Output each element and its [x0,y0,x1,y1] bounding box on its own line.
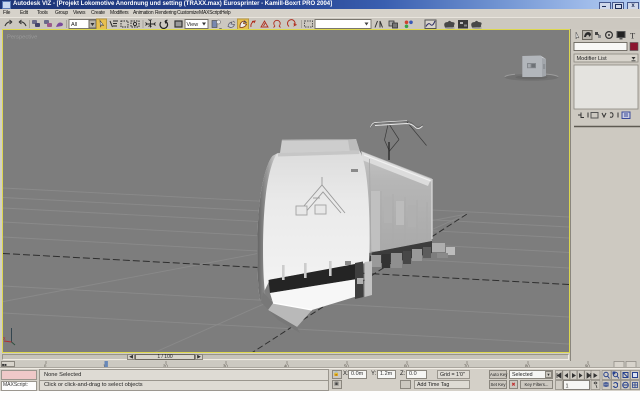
svg-text:All: All [71,22,77,28]
svg-text:View: View [187,22,199,28]
svg-text:1: 1 [566,383,569,389]
svg-text:Modifier List: Modifier List [577,56,608,62]
svg-text:T: T [630,30,636,40]
svg-text:Perspective: Perspective [7,34,37,40]
